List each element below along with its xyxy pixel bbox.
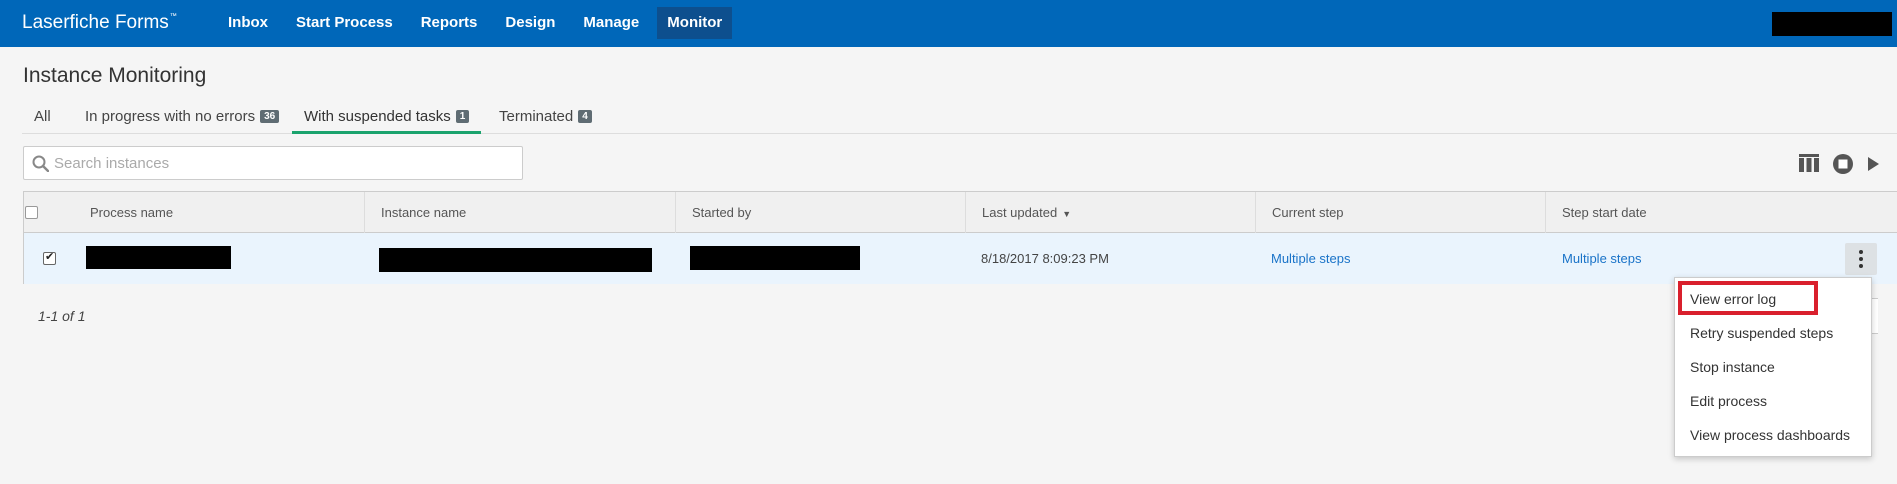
- menu-retry-suspended-steps[interactable]: Retry suspended steps: [1675, 318, 1871, 348]
- main-nav: Inbox Start Process Reports Design Manag…: [218, 7, 740, 39]
- count-badge: 4: [578, 110, 592, 123]
- table-row[interactable]: 8/18/2017 8:09:23 PM Multiple steps Mult…: [24, 233, 1897, 284]
- col-instance-name[interactable]: Instance name: [364, 192, 675, 233]
- menu-edit-process[interactable]: Edit process: [1675, 386, 1871, 416]
- tab-label: All: [34, 108, 51, 125]
- menu-view-error-log[interactable]: View error log: [1675, 284, 1871, 314]
- columns-icon[interactable]: [1798, 153, 1820, 178]
- status-tabs: All In progress with no errors 36 With su…: [22, 106, 1897, 134]
- started-by-redacted: [690, 246, 860, 270]
- pagination-count: 1-1 of 1: [38, 308, 86, 324]
- row-context-menu: View error log Retry suspended steps Sto…: [1674, 277, 1872, 457]
- row-actions-button[interactable]: [1845, 243, 1877, 275]
- nav-start-process[interactable]: Start Process: [286, 7, 403, 39]
- brand-logo[interactable]: Laserfiche Forms™: [22, 12, 177, 34]
- table-header: Process name Instance name Started by La…: [24, 192, 1897, 233]
- nav-inbox[interactable]: Inbox: [218, 7, 278, 39]
- col-step-start-date[interactable]: Step start date: [1545, 192, 1875, 233]
- nav-monitor[interactable]: Monitor: [657, 7, 733, 39]
- brand-tm: ™: [169, 13, 177, 20]
- kebab-dot: [1859, 264, 1863, 268]
- select-all-checkbox[interactable]: [25, 206, 38, 219]
- kebab-dot: [1859, 257, 1863, 261]
- col-started-by[interactable]: Started by: [675, 192, 965, 233]
- page-title: Instance Monitoring: [23, 64, 207, 87]
- step-start-date-link[interactable]: Multiple steps: [1562, 233, 1641, 284]
- col-label: Last updated: [982, 205, 1058, 220]
- tab-all[interactable]: All: [22, 108, 63, 134]
- instances-table: Process name Instance name Started by La…: [23, 191, 1897, 284]
- tab-label: With suspended tasks: [304, 108, 451, 125]
- kebab-dot: [1859, 250, 1863, 254]
- play-icon[interactable]: [1866, 155, 1880, 178]
- select-all-cell: [24, 192, 68, 233]
- nav-design[interactable]: Design: [495, 7, 565, 39]
- last-updated-cell: 8/18/2017 8:09:23 PM: [981, 251, 1109, 266]
- sort-desc-icon: ▼: [1062, 209, 1072, 219]
- user-menu-redacted[interactable]: [1772, 12, 1892, 36]
- menu-view-process-dashboards[interactable]: View process dashboards: [1675, 420, 1871, 450]
- nav-reports[interactable]: Reports: [411, 7, 488, 39]
- count-badge: 1: [455, 110, 470, 123]
- menu-stop-instance[interactable]: Stop instance: [1675, 352, 1871, 382]
- col-current-step[interactable]: Current step: [1255, 192, 1545, 233]
- top-nav-bar: Laserfiche Forms™ Inbox Start Process Re…: [0, 0, 1897, 47]
- col-last-updated[interactable]: Last updated ▼: [965, 192, 1255, 233]
- brand-name: Laserfiche Forms: [22, 12, 169, 33]
- instance-name-redacted: [379, 248, 652, 272]
- process-name-redacted: [86, 246, 231, 269]
- tab-in-progress[interactable]: In progress with no errors 36: [73, 108, 291, 134]
- tab-with-suspended-tasks[interactable]: With suspended tasks 1: [292, 108, 482, 134]
- stop-icon[interactable]: [1832, 153, 1854, 180]
- count-badge: 36: [260, 110, 280, 123]
- tab-terminated[interactable]: Terminated 4: [487, 108, 604, 134]
- search-box: [23, 146, 523, 180]
- tab-label: Terminated: [499, 108, 574, 125]
- col-process-name[interactable]: Process name: [74, 192, 387, 233]
- search-icon: [32, 155, 50, 177]
- current-step-link[interactable]: Multiple steps: [1271, 233, 1350, 284]
- nav-manage[interactable]: Manage: [573, 7, 649, 39]
- row-checkbox[interactable]: [43, 250, 56, 265]
- tab-label: In progress with no errors: [85, 108, 256, 125]
- search-input[interactable]: [54, 147, 519, 179]
